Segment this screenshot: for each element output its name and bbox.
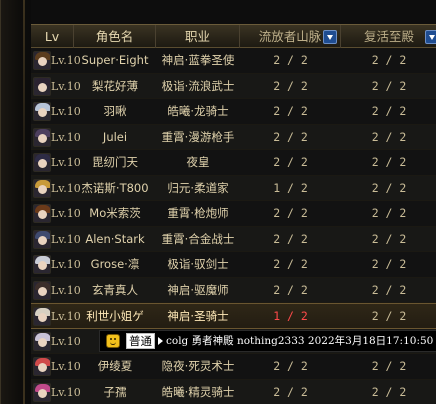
character-avatar-icon: [33, 51, 51, 70]
character-job: 重霄·合金战士: [161, 231, 235, 246]
column-header-level[interactable]: Lv: [31, 25, 74, 49]
character-name: 利世小姐ゲ: [86, 309, 144, 323]
character-avatar-icon: [33, 76, 51, 96]
raid1-progress: 2 / 2: [273, 257, 308, 271]
raid2-progress: 2 / 2: [371, 129, 407, 144]
table-row[interactable]: Lv.100利世小姐ゲ神启·圣骑士1 / 22 / 2: [31, 303, 436, 329]
table-header: Lv 角色名 职业 流放者山脉 复活至殿: [31, 24, 436, 49]
character-job: 神启·驱魔师: [167, 282, 229, 297]
table-row[interactable]: Lv.100Julei重霄·漫游枪手2 / 22 / 2: [31, 124, 436, 150]
raid1-progress: 2 / 2: [273, 129, 308, 144]
character-avatar-icon: [33, 357, 51, 376]
table-row[interactable]: Lv.100Grose·凛极诣·驭剑士2 / 22 / 2: [31, 252, 436, 278]
table-row[interactable]: Lv.100杰诺斯·T800归元·柔道家1 / 22 / 2: [31, 175, 436, 201]
raid1-progress: 1 / 2: [273, 180, 308, 195]
character-avatar-icon: [33, 229, 51, 249]
column-header-raid2[interactable]: 复活至殿: [341, 25, 436, 49]
character-name: Julei: [102, 129, 128, 144]
chevron-down-icon[interactable]: [425, 30, 436, 44]
raid2-progress: 2 / 2: [371, 231, 407, 246]
character-job: 夜皇: [186, 155, 210, 169]
raid1-progress: 2 / 2: [273, 231, 308, 246]
raid2-progress: 2 / 2: [371, 359, 407, 373]
arrow-right-icon: [158, 337, 163, 345]
raid2-progress: 2 / 2: [371, 309, 407, 323]
table-row[interactable]: Lv.100Alen·Stark重霄·合金战士2 / 22 / 2: [31, 226, 436, 252]
raid1-progress: 2 / 2: [273, 282, 308, 297]
character-avatar-icon: [33, 102, 51, 121]
character-avatar-icon: [33, 127, 51, 147]
character-avatar-icon: [33, 204, 51, 223]
character-name: Grose·凛: [90, 257, 140, 271]
raid2-progress: 2 / 2: [371, 53, 407, 67]
raid1-progress: 2 / 2: [273, 78, 308, 93]
raid2-progress: 2 / 2: [371, 155, 407, 169]
raid1-progress: 2 / 2: [273, 155, 308, 169]
raid2-progress: 2 / 2: [371, 257, 407, 271]
column-header-name[interactable]: 角色名: [74, 25, 156, 49]
table-row[interactable]: Lv.100Super·Eight神启·蓝拳圣使2 / 22 / 2: [31, 48, 436, 74]
tooltip-text: colg 勇者神殿 nothing2333 2022年3月18日17:10:50: [166, 335, 434, 347]
character-name: Super·Eight: [81, 53, 149, 67]
character-avatar-icon: [33, 178, 51, 198]
character-avatar-icon: [33, 331, 51, 351]
character-job: 皓曦·精灵骑士: [161, 384, 235, 399]
window-left-border: [1, 0, 31, 404]
smiley-icon: [106, 334, 120, 348]
raid2-progress: 2 / 2: [371, 384, 407, 399]
table-row[interactable]: Lv.100子孺皓曦·精灵骑士2 / 22 / 2: [31, 379, 436, 404]
raid1-progress: 2 / 2: [273, 359, 308, 373]
column-header-raid1[interactable]: 流放者山脉: [240, 25, 341, 49]
character-name: 杰诺斯·T800: [81, 180, 149, 195]
character-job: 归元·柔道家: [167, 180, 229, 195]
raid2-progress: 2 / 2: [371, 180, 407, 195]
table-row[interactable]: Lv.100毘纫门天夜皇2 / 22 / 2: [31, 150, 436, 176]
raid2-progress: 2 / 2: [371, 104, 407, 118]
character-name: 梨花好薄: [92, 78, 138, 93]
character-list-window: Lv 角色名 职业 流放者山脉 复活至殿 Lv.100Super·Eight神启…: [0, 0, 436, 404]
chat-tooltip: 普通 colg 勇者神殿 nothing2333 2022年3月18日17:10…: [99, 330, 436, 352]
raid1-progress: 2 / 2: [273, 104, 308, 118]
character-job: 极诣·驭剑士: [167, 257, 229, 271]
table-row[interactable]: Lv.100羽啾皓曦·龙骑士2 / 22 / 2: [31, 99, 436, 125]
character-job: 神启·圣骑士: [167, 309, 229, 323]
character-avatar-icon: [33, 153, 51, 172]
character-job: 重霄·漫游枪手: [161, 129, 235, 144]
table-row[interactable]: Lv.100伊绫夏隐夜·死灵术士2 / 22 / 2: [31, 354, 436, 380]
raid1-progress: 2 / 2: [273, 53, 308, 67]
character-name: 毘纫门天: [92, 155, 138, 169]
character-name: 玄青真人: [92, 282, 138, 297]
character-job: 极诣·流浪武士: [161, 78, 235, 93]
raid1-progress: 1 / 2: [273, 309, 308, 323]
raid1-progress: 2 / 2: [273, 384, 308, 399]
character-job: 隐夜·死灵术士: [161, 359, 235, 373]
raid2-progress: 2 / 2: [371, 78, 407, 93]
raid2-label: 复活至殿: [363, 29, 414, 44]
character-job: 神启·蓝拳圣使: [161, 53, 235, 67]
raid1-progress: 2 / 2: [273, 206, 308, 220]
character-name: Mo米索茨: [89, 206, 141, 220]
character-avatar-icon: [33, 382, 51, 402]
character-avatar-icon: [33, 255, 51, 274]
column-header-job[interactable]: 职业: [156, 25, 240, 49]
table-row[interactable]: Lv.100Mo米索茨重霄·枪炮师2 / 22 / 2: [31, 201, 436, 227]
raid1-label: 流放者山脉: [258, 29, 322, 44]
character-job: 重霄·枪炮师: [167, 206, 229, 220]
character-name: 伊绫夏: [97, 359, 133, 373]
character-name: Alen·Stark: [85, 231, 145, 246]
character-name: 羽啾: [103, 104, 127, 118]
table-row[interactable]: Lv.100玄青真人神启·驱魔师2 / 22 / 2: [31, 277, 436, 303]
channel-badge: 普通: [126, 333, 155, 349]
character-avatar-icon: [33, 280, 51, 300]
chevron-down-icon[interactable]: [323, 30, 337, 44]
character-job: 皓曦·龙骑士: [167, 104, 229, 118]
character-name: 子孺: [103, 384, 127, 399]
raid2-progress: 2 / 2: [371, 282, 407, 297]
raid2-progress: 2 / 2: [371, 206, 407, 220]
table-row[interactable]: Lv.100梨花好薄极诣·流浪武士2 / 22 / 2: [31, 73, 436, 99]
character-avatar-icon: [33, 307, 51, 326]
